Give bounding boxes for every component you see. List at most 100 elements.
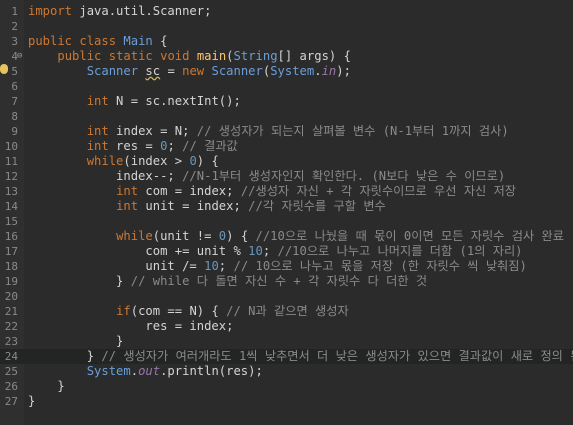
code-line[interactable]: 18 unit /= 10; // 10으로 나누고 몫을 저장 (한 자릿수 … xyxy=(0,259,573,274)
code-line[interactable]: 3 public class Main { xyxy=(0,34,573,49)
code-line[interactable]: 4 ⊖ public static void main(String[] args… xyxy=(0,49,573,64)
code-text: int index = N; // 생성자가 되는지 살펴볼 변수 (N-1부터… xyxy=(28,124,509,139)
line-number: 19 xyxy=(4,275,18,288)
code-text: com += unit % 10; //10으로 나누고 나머지를 더함 (1의… xyxy=(28,244,522,259)
code-token: .println(res); xyxy=(160,364,263,378)
code-token: } xyxy=(28,394,36,408)
code-token: in xyxy=(321,64,337,78)
line-number: 17 xyxy=(4,245,18,258)
line-number: 16 xyxy=(4,230,18,243)
code-line[interactable]: 7 int N = sc.nextInt(); xyxy=(0,94,573,109)
code-text: public static void main(String[] args) { xyxy=(28,49,351,64)
code-token: } xyxy=(28,274,131,288)
line-number: 20 xyxy=(4,290,18,303)
code-line[interactable]: 19 } // while 다 돌면 자신 수 + 각 자릿수 다 더한 것 xyxy=(0,274,573,289)
code-token: java.util.Scanner; xyxy=(72,4,212,18)
code-text: System.out.println(res); xyxy=(28,364,263,379)
code-text: Scanner sc = new Scanner(System.in); xyxy=(28,64,351,79)
code-token: Scanner xyxy=(86,64,139,78)
code-line[interactable]: 14 int unit = index; //각 자릿수를 구할 변수 xyxy=(0,199,573,214)
code-token: int xyxy=(86,94,109,108)
line-number: 22 xyxy=(4,320,18,333)
code-line[interactable]: 13 int com = index; //생성자 자신 + 각 자릿수이므로 … xyxy=(0,184,573,199)
code-token: (com == N) { xyxy=(130,304,227,318)
code-token: res = index; xyxy=(28,319,234,333)
line-number: 24 xyxy=(4,350,18,363)
code-token: out xyxy=(138,364,161,378)
code-token: . xyxy=(314,64,322,78)
code-line[interactable]: 21 if(com == N) { // N과 같으면 생성자 xyxy=(0,304,573,319)
code-line[interactable]: 11 while(index > 0) { xyxy=(0,154,573,169)
code-line[interactable]: 24 } // 생성자가 여러개라도 1씩 낮추면서 더 낮은 생성자가 있으면… xyxy=(0,349,573,364)
code-line[interactable]: 22 res = index; xyxy=(0,319,573,334)
code-text: unit /= 10; // 10으로 나누고 몫을 저장 (한 자릿수 씩 낮… xyxy=(28,259,527,274)
code-text: } xyxy=(28,334,123,349)
code-line[interactable]: 27} xyxy=(0,394,573,409)
code-token: if xyxy=(116,304,131,318)
code-token: String xyxy=(233,49,278,63)
line-number: 2 xyxy=(11,20,18,33)
code-token: ; xyxy=(218,259,234,273)
line-number: 14 xyxy=(4,200,18,213)
code-token: static xyxy=(108,49,153,63)
code-token: sc xyxy=(145,64,161,78)
code-token: //생성자 자신 + 각 자릿수이므로 우선 자신 저장 xyxy=(240,184,517,198)
code-text: if(com == N) { // N과 같으면 생성자 xyxy=(28,304,349,319)
code-line[interactable]: 26 } xyxy=(0,379,573,394)
code-token: } xyxy=(28,379,65,393)
code-token: = xyxy=(160,64,183,78)
code-token: import xyxy=(28,4,73,18)
code-line[interactable]: 20 xyxy=(0,289,573,304)
code-token: ; xyxy=(262,244,278,258)
code-token: (index > xyxy=(123,154,190,168)
line-number: 4 xyxy=(11,50,18,63)
line-number: 3 xyxy=(11,35,18,48)
code-text: } xyxy=(28,379,65,394)
code-line[interactable]: 16 while(unit != 0) { //10으로 나눴을 때 몫이 0이… xyxy=(0,229,573,244)
code-text: import java.util.Scanner; xyxy=(28,4,211,19)
code-token: // 생성자가 되는지 살펴볼 변수 (N-1부터 1까지 검사) xyxy=(196,124,509,138)
code-token: { xyxy=(152,34,168,48)
code-line[interactable]: 6 xyxy=(0,79,573,94)
code-token: (unit != xyxy=(152,229,219,243)
code-token: main xyxy=(196,49,227,63)
code-line[interactable]: 1 import java.util.Scanner; xyxy=(0,4,573,19)
code-line[interactable]: 23 } xyxy=(0,334,573,349)
code-line[interactable]: 9 int index = N; // 생성자가 되는지 살펴볼 변수 (N-1… xyxy=(0,124,573,139)
code-token: ; xyxy=(167,139,183,153)
code-text: int com = index; //생성자 자신 + 각 자릿수이므로 우선 … xyxy=(28,184,516,199)
code-token: // 10으로 나누고 몫을 저장 (한 자릿수 씩 낮춰짐) xyxy=(233,259,527,273)
fold-collapse-icon[interactable]: ⊖ xyxy=(17,49,22,64)
code-line[interactable]: 25 System.out.println(res); xyxy=(0,364,573,379)
code-line[interactable]: 8 xyxy=(0,109,573,124)
code-token: 10 xyxy=(204,259,219,273)
code-token: int xyxy=(116,199,139,213)
code-line[interactable]: 12 index--; //N-1부터 생성자인지 확인한다. (N보다 낮은 … xyxy=(0,169,573,184)
code-token: //10으로 나눴을 때 몫이 0이면 모든 자릿수 검사 완료 xyxy=(255,229,564,243)
line-number: 8 xyxy=(11,110,18,123)
code-line[interactable]: 2 xyxy=(0,19,573,34)
code-line[interactable]: 17 com += unit % 10; //10으로 나누고 나머지를 더함 … xyxy=(0,244,573,259)
code-token: } xyxy=(28,334,124,348)
line-number: 5 xyxy=(11,65,18,78)
code-token: index = N; xyxy=(108,124,197,138)
code-token: // while 다 돌면 자신 수 + 각 자릿수 다 더한 것 xyxy=(130,274,428,288)
code-text: } // 생성자가 여러개라도 1씩 낮추면서 더 낮은 생성자가 있으면 결과… xyxy=(28,349,573,364)
code-line[interactable]: 15 xyxy=(0,214,573,229)
code-editor[interactable]: 1 import java.util.Scanner; 2 3 public class… xyxy=(0,0,573,425)
code-text: index--; //N-1부터 생성자인지 확인한다. (N보다 낮은 수 이… xyxy=(28,169,505,184)
code-text: } // while 다 돌면 자신 수 + 각 자릿수 다 더한 것 xyxy=(28,274,427,289)
code-line[interactable]: 5 Scanner sc = new Scanner(System.in); xyxy=(0,64,573,79)
code-token: com = index; xyxy=(138,184,241,198)
line-number: 1 xyxy=(11,5,18,18)
code-line[interactable]: 10 int res = 0; // 결과값 xyxy=(0,139,573,154)
code-token: int xyxy=(86,139,109,153)
code-token: N = sc.nextInt(); xyxy=(108,94,241,108)
